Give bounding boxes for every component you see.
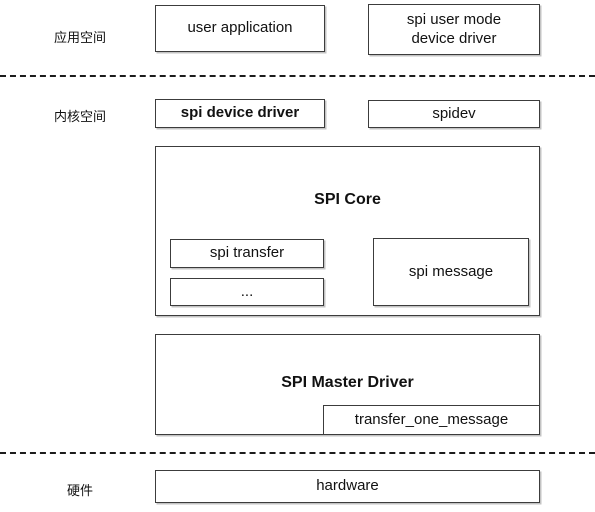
box-spi-transfer[interactable]: spi transfer: [170, 239, 324, 268]
box-spidev[interactable]: spidev: [368, 100, 540, 128]
zone-label-hardware: 硬件: [66, 483, 93, 498]
box-hardware[interactable]: hardware: [155, 470, 540, 503]
container-spi-core[interactable]: SPI Core spi transfer ... spi message: [155, 146, 540, 316]
box-spi-message[interactable]: spi message: [373, 238, 529, 306]
spi-core-title: SPI Core: [314, 191, 381, 208]
container-spi-master-driver[interactable]: SPI Master Driver transfer_one_message: [155, 334, 540, 435]
box-spi-user-mode-device-driver[interactable]: spi user mode device driver: [368, 4, 540, 55]
divider-user-kernel: [0, 75, 595, 77]
zone-label-kernel-space: 内核空间: [53, 109, 106, 124]
spi-architecture-diagram: 应用空间 user application spi user mode devi…: [0, 0, 595, 512]
divider-kernel-hardware: [0, 452, 595, 454]
box-spi-ellipsis[interactable]: ...: [170, 278, 324, 306]
box-spi-device-driver[interactable]: spi device driver: [155, 99, 325, 128]
zone-label-user-space: 应用空间: [53, 30, 106, 45]
box-transfer-one-message[interactable]: transfer_one_message: [323, 405, 540, 435]
box-user-application[interactable]: user application: [155, 5, 325, 52]
spi-master-driver-title: SPI Master Driver: [281, 374, 414, 391]
